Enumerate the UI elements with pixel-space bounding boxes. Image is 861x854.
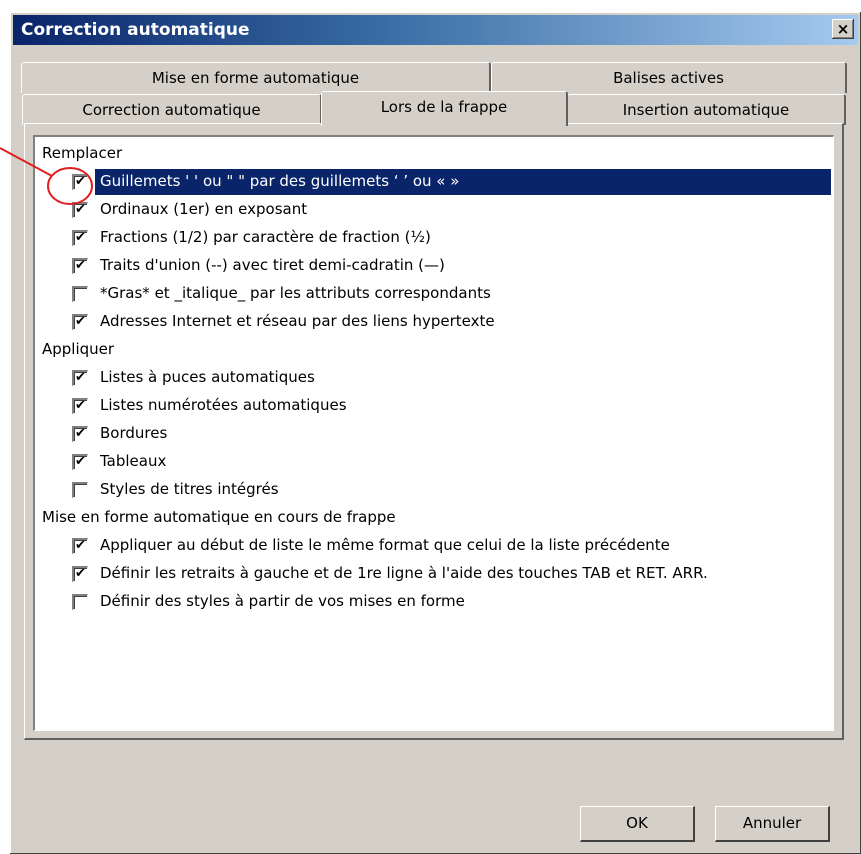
checkbox[interactable]: ✔ [72, 230, 88, 246]
checkbox[interactable] [72, 482, 88, 498]
option-appliquer-debut-liste[interactable]: ✔ Appliquer au début de liste le même for… [35, 533, 831, 559]
dialog-title: Correction automatique [21, 20, 250, 40]
cancel-button[interactable]: Annuler [715, 806, 830, 842]
checkbox[interactable]: ✔ [72, 426, 88, 442]
option-fractions[interactable]: ✔ Fractions (1/2) par caractère de fracti… [35, 225, 831, 251]
option-traits-union[interactable]: ✔ Traits d'union (--) avec tiret demi-cad… [35, 253, 831, 279]
option-ordinaux[interactable]: ✔ Ordinaux (1er) en exposant [35, 197, 831, 223]
checkbox[interactable]: ✔ [72, 398, 88, 414]
group-label-appliquer: Appliquer [42, 340, 115, 358]
checkbox[interactable] [72, 286, 88, 302]
group-label-mise-en-forme: Mise en forme automatique en cours de fr… [42, 508, 396, 526]
checkbox[interactable]: ✔ [72, 314, 88, 330]
checkbox[interactable]: ✔ [72, 258, 88, 274]
tab-lors-de-la-frappe[interactable]: Lors de la frappe [321, 91, 568, 126]
checkbox[interactable]: ✔ [72, 202, 88, 218]
checkbox[interactable]: ✔ [72, 538, 88, 554]
option-adresses-internet[interactable]: ✔ Adresses Internet et réseau par des lie… [35, 309, 831, 335]
option-bordures[interactable]: ✔ Bordures [35, 421, 831, 447]
option-definir-styles[interactable]: Définir des styles à partir de vos mises… [35, 589, 831, 615]
title-bar: Correction automatique × [13, 15, 858, 45]
checkbox[interactable]: ✔ [72, 454, 88, 470]
option-definir-retraits[interactable]: ✔ Définir les retraits à gauche et de 1re… [35, 561, 831, 587]
close-icon[interactable]: × [832, 19, 854, 39]
group-label-remplacer: Remplacer [42, 144, 123, 162]
option-listes-puces[interactable]: ✔ Listes à puces automatiques [35, 365, 831, 391]
option-gras-italique[interactable]: *Gras* et _italique_ par les attributs c… [35, 281, 831, 307]
tab-mise-en-forme-automatique[interactable]: Mise en forme automatique [21, 62, 491, 93]
tab-correction-automatique[interactable]: Correction automatique [22, 94, 322, 125]
options-list[interactable]: Remplacer ✔ Guillemets ' ' ou " " par des… [33, 135, 834, 731]
option-tableaux[interactable]: ✔ Tableaux [35, 449, 831, 475]
ok-button[interactable]: OK [580, 806, 695, 842]
option-styles-titres[interactable]: Styles de titres intégrés [35, 477, 831, 503]
option-guillemets[interactable]: ✔ Guillemets ' ' ou " " par des guillemet… [72, 169, 831, 195]
checkbox[interactable]: ✔ [72, 174, 88, 190]
tab-balises-actives[interactable]: Balises actives [491, 62, 847, 93]
checkbox[interactable] [72, 594, 88, 610]
option-listes-numerotees[interactable]: ✔ Listes numérotées automatiques [35, 393, 831, 419]
checkbox[interactable]: ✔ [72, 370, 88, 386]
checkbox[interactable]: ✔ [72, 566, 88, 582]
tab-insertion-automatique[interactable]: Insertion automatique [567, 94, 846, 125]
